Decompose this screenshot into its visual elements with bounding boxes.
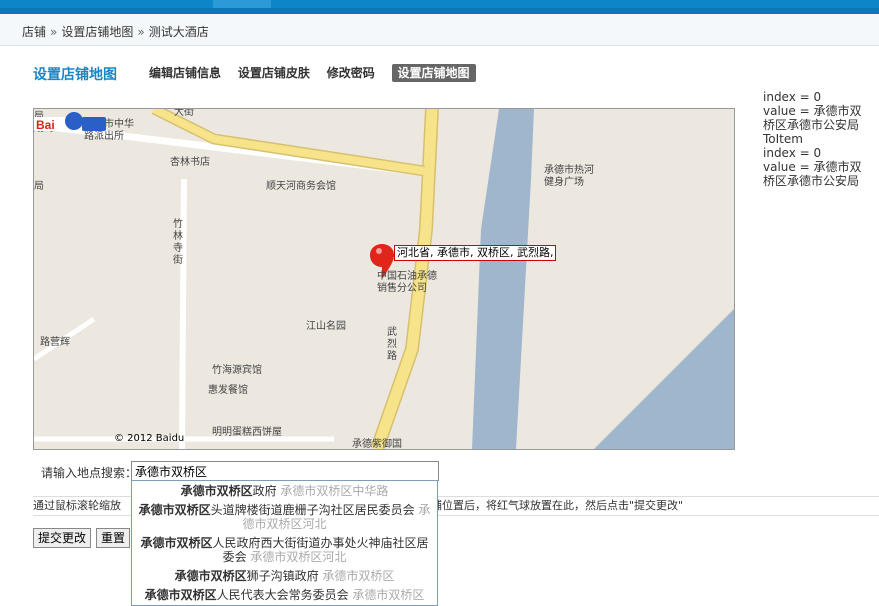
suggestion-item[interactable]: 承德市双桥区人民代表大会常务委员会 承德市双桥区 <box>132 585 437 604</box>
suggestion-address: 承德市双桥区 <box>322 569 395 583</box>
map-label: 中国石油承德 <box>377 271 437 282</box>
suggestion-text: 头道牌楼街道鹿栅子沟社区居民委员会 <box>210 503 415 517</box>
map-copyright: © 2012 Baidu <box>114 433 185 444</box>
search-suggestion-list: 承德市双桥区政府 承德市双桥区中华路 承德市双桥区头道牌楼街道鹿栅子沟社区居民委… <box>131 480 438 606</box>
suggestion-bold: 承德市双桥区 <box>180 484 253 498</box>
submit-changes-button[interactable]: 提交更改 <box>33 528 92 548</box>
suggestion-item[interactable]: 承德市双桥区人民政府西大街街道办事处火神庙社区居委会 承德市双桥区河北 <box>132 533 437 566</box>
breadcrumb-separator: » <box>50 25 58 39</box>
map-label: 路营辉 <box>40 337 70 348</box>
reset-button[interactable]: 重置 <box>96 528 131 548</box>
map-street-label: 武烈路 <box>387 327 397 362</box>
nav-set-shop-map[interactable]: 设置店铺地图 <box>391 64 476 82</box>
map-label: 惠发餐馆 <box>208 385 248 396</box>
suggestion-bold: 承德市双桥区 <box>174 569 247 583</box>
map-label: 明明蛋糕西饼屋 <box>212 427 282 438</box>
suggestion-item[interactable]: 承德市双桥区头道牌楼街道鹿栅子沟社区居民委员会 承德市双桥区河北 <box>132 500 437 533</box>
svg-text:Bai: Bai <box>36 118 55 132</box>
suggestion-text: 狮子沟镇政府 <box>246 569 319 583</box>
nav-edit-shop-info[interactable]: 编辑店铺信息 <box>149 64 221 82</box>
debug-line: index = 0 <box>763 90 822 104</box>
map-label: 承德紫御国 <box>352 439 402 450</box>
shop-nav: 编辑店铺信息 设置店铺皮肤 修改密码 设置店铺地图 <box>149 64 489 84</box>
instruction-part1: 通过鼠标滚轮缩放 <box>33 499 121 512</box>
search-label: 请输入地点搜索： <box>41 466 138 480</box>
debug-line: value = 承德市双桥区承德市公安局 <box>763 104 862 132</box>
breadcrumb-item-hotel: 测试大酒店 <box>148 25 209 39</box>
map-label: 大街 <box>174 108 194 118</box>
suggestion-text: 政府 <box>252 484 277 498</box>
map-label: 承德市热河 <box>544 165 594 176</box>
debug-line: value = 承德市双桥区承德市公安局 <box>763 160 862 188</box>
breadcrumb: 店铺» 设置店铺地图» 测试大酒店 <box>22 23 209 40</box>
location-search-input[interactable] <box>131 461 439 481</box>
suggestion-address: 承德市双桥区 <box>352 588 425 602</box>
baidu-logo-icon: Bai <box>34 112 106 132</box>
breadcrumb-item-shop[interactable]: 店铺 <box>22 25 46 39</box>
debug-line: index = 0 <box>763 146 822 160</box>
page-title: 设置店铺地图 <box>33 67 117 83</box>
suggestion-bold: 承德市双桥区 <box>144 588 217 602</box>
suggestion-item[interactable]: 承德市双桥区政府 承德市双桥区中华路 <box>132 481 437 500</box>
suggestion-bold: 承德市双桥区 <box>138 503 211 517</box>
map-label: 竹海源宾馆 <box>212 365 262 376</box>
instruction-part2: 铺位置后，将红气球放置在此，然后点击"提交更改" <box>431 499 684 512</box>
map-label: 健身广场 <box>544 177 584 188</box>
breadcrumb-bar: 店铺» 设置店铺地图» 测试大酒店 <box>0 14 879 46</box>
breadcrumb-separator: » <box>137 25 145 39</box>
suggestion-address: 承德市双桥区中华路 <box>280 484 389 498</box>
suggestion-address: 承德市双桥区河北 <box>250 550 347 564</box>
map-label: 杏林书店 <box>170 157 210 168</box>
debug-line: ToItem <box>763 132 803 146</box>
breadcrumb-item-map[interactable]: 设置店铺地图 <box>61 25 133 39</box>
suggestion-text: 人民代表大会常务委员会 <box>216 588 349 602</box>
suggestion-item[interactable]: 承德市双桥区狮子沟镇政府 承德市双桥区 <box>132 566 437 585</box>
top-bar <box>0 0 879 14</box>
map-label: 顺天河商务会馆 <box>266 181 336 192</box>
baidu-map[interactable]: 局 划局 承德市中华 路派出所 大街 杏林书店 顺天河商务会馆 承德市热河 健身… <box>33 108 735 450</box>
map-marker-tooltip: 河北省, 承德市, 双桥区, 武烈路, <box>394 245 557 261</box>
map-label: 江山名园 <box>306 321 346 332</box>
nav-change-password[interactable]: 修改密码 <box>327 64 375 82</box>
map-label: 销售分公司 <box>377 283 427 294</box>
suggestion-bold: 承德市双桥区 <box>140 536 213 550</box>
debug-output: index = 0 value = 承德市双桥区承德市公安局 ToItem in… <box>763 90 873 188</box>
top-tab-stub[interactable] <box>213 0 271 8</box>
map-street-label: 竹林寺街 <box>173 219 183 266</box>
nav-set-shop-skin[interactable]: 设置店铺皮肤 <box>238 64 310 82</box>
map-label: 局 <box>34 181 44 192</box>
